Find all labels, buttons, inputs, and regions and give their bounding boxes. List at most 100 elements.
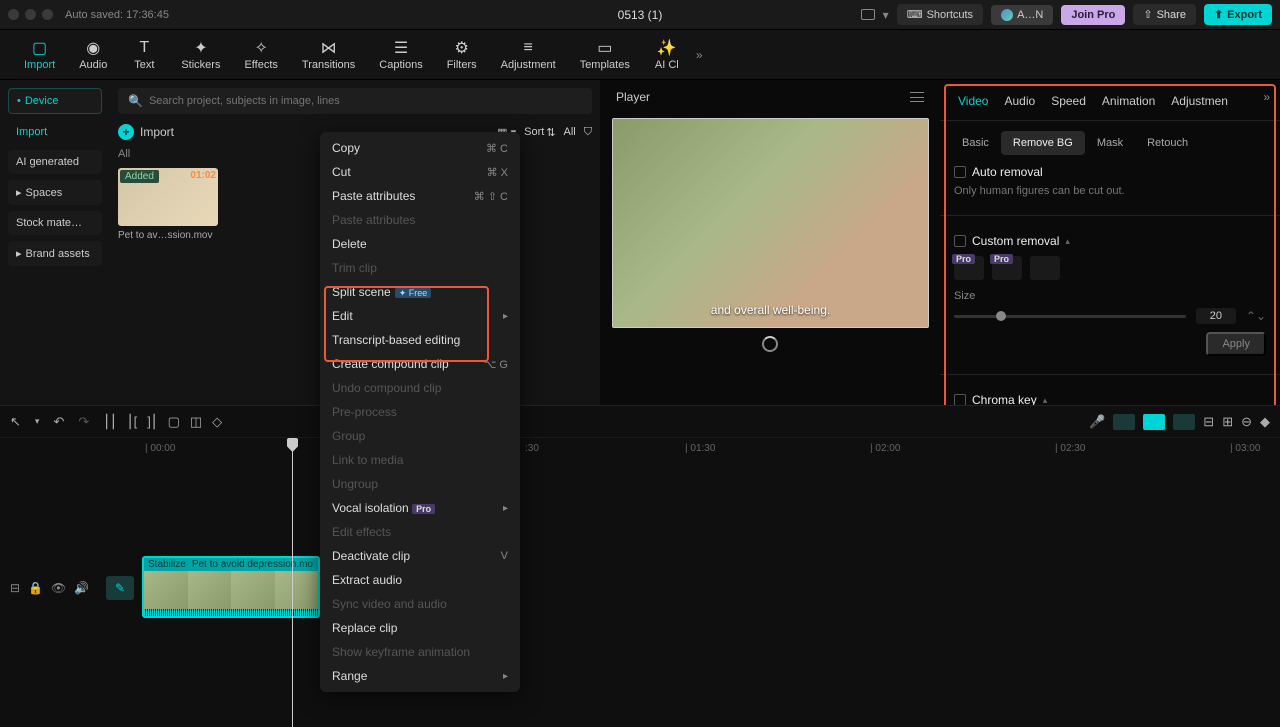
tabs-more-icon[interactable]: »: [1263, 90, 1270, 112]
trim-left-tool[interactable]: ⎮[: [127, 414, 137, 430]
shortcuts-button[interactable]: ⌨ Shortcuts: [897, 4, 983, 25]
join-pro-button[interactable]: Join Pro: [1061, 5, 1125, 25]
stepper-icon[interactable]: ⌃⌄: [1246, 309, 1266, 323]
share-button[interactable]: ⇧ Share: [1133, 4, 1196, 25]
tool-audio[interactable]: ◉Audio: [67, 39, 119, 71]
search-input[interactable]: 🔍: [118, 88, 592, 114]
checkbox-icon[interactable]: [954, 166, 966, 178]
tab-adjustment[interactable]: Adjustmen: [1163, 90, 1236, 112]
tool-effects[interactable]: ✧Effects: [232, 39, 289, 71]
ctx-edit[interactable]: Edit▸: [320, 304, 520, 328]
tool-ai[interactable]: ✨AI Cl: [642, 39, 692, 71]
filter-icon[interactable]: ⛉: [584, 126, 592, 139]
ctx-transcript[interactable]: Transcript-based editing: [320, 328, 520, 352]
track-mute-icon[interactable]: 🔊: [74, 581, 89, 595]
sidebar-stock[interactable]: Stock mate…: [8, 211, 102, 235]
split-tool[interactable]: ⎮⎮: [103, 414, 117, 430]
subtab-retouch[interactable]: Retouch: [1135, 131, 1200, 155]
subtab-removebg[interactable]: Remove BG: [1001, 131, 1085, 155]
fit-icon[interactable]: ◆: [1260, 414, 1270, 430]
tool-captions[interactable]: ☰Captions: [367, 39, 434, 71]
removal-option-2[interactable]: Pro: [992, 256, 1022, 280]
auto-removal-toggle[interactable]: Auto removal: [954, 165, 1266, 179]
snap-tool-3[interactable]: [1173, 414, 1195, 430]
subtab-mask[interactable]: Mask: [1085, 131, 1135, 155]
sort-button[interactable]: Sort ⇅: [524, 126, 555, 139]
track-collapse-icon[interactable]: ⊟: [10, 581, 20, 595]
ctx-cut[interactable]: Cut⌘ X: [320, 160, 520, 184]
timeline-ruler[interactable]: | 00:00 :30 | 01:30 | 02:00 | 02:30 | 03…: [0, 438, 1280, 458]
tool-adjustment[interactable]: ≡Adjustment: [489, 39, 568, 71]
ctx-extract[interactable]: Extract audio: [320, 568, 520, 592]
tool-transitions[interactable]: ⋈Transitions: [290, 39, 367, 71]
import-media-button[interactable]: + Import: [118, 124, 174, 140]
size-slider[interactable]: [954, 315, 1186, 318]
sidebar-device[interactable]: • Device: [8, 88, 102, 114]
magnet-icon[interactable]: ⊟: [1203, 414, 1214, 430]
tool-text[interactable]: TText: [119, 39, 169, 71]
size-value[interactable]: 20: [1196, 308, 1236, 324]
ctx-replace[interactable]: Replace clip: [320, 616, 520, 640]
ctx-range[interactable]: Range▸: [320, 664, 520, 688]
ctx-paste-attrs-disabled: Paste attributes: [320, 208, 520, 232]
preview-caption: and overall well-being.: [711, 303, 830, 317]
tab-video[interactable]: Video: [950, 90, 996, 112]
link-icon[interactable]: ⊞: [1222, 414, 1233, 430]
video-preview[interactable]: and overall well-being.: [612, 118, 929, 328]
user-badge[interactable]: A…N: [991, 5, 1053, 25]
apply-button[interactable]: Apply: [1206, 332, 1266, 356]
sidebar-ai-generated[interactable]: AI generated: [8, 150, 102, 174]
redo-button[interactable]: ↷: [78, 414, 89, 430]
ctx-paste-attributes[interactable]: Paste attributes⌘ ⇧ C: [320, 184, 520, 208]
tool-stickers[interactable]: ✦Stickers: [169, 39, 232, 71]
track-eye-icon[interactable]: 👁: [51, 581, 66, 595]
track-lock-icon[interactable]: 🔒: [28, 581, 43, 595]
mic-icon[interactable]: 🎤: [1089, 414, 1105, 430]
delete-tool[interactable]: ▢: [168, 414, 180, 430]
size-label: Size: [954, 290, 1266, 302]
export-button[interactable]: ⬆ Export: [1204, 4, 1272, 25]
display-icon[interactable]: [861, 9, 875, 20]
ctx-link: Link to media: [320, 448, 520, 472]
player-menu-icon[interactable]: [910, 92, 924, 102]
tab-speed[interactable]: Speed: [1043, 90, 1094, 112]
zoom-out-icon[interactable]: ⊖: [1241, 414, 1252, 430]
tool-import[interactable]: ▢Import: [12, 39, 67, 71]
track-edit-button[interactable]: ✎: [106, 576, 134, 600]
sidebar-brand[interactable]: ▸ Brand assets: [8, 241, 102, 266]
checkbox-icon[interactable]: [954, 235, 966, 247]
ctx-delete[interactable]: Delete: [320, 232, 520, 256]
ctx-compound[interactable]: Create compound clip⌥ G: [320, 352, 520, 376]
custom-removal-toggle[interactable]: Custom removal ▴: [954, 234, 1266, 248]
tab-audio[interactable]: Audio: [996, 90, 1043, 112]
snap-tool-2[interactable]: [1143, 414, 1165, 430]
tool-templates[interactable]: ▭Templates: [568, 39, 642, 71]
removal-option-3[interactable]: [1030, 256, 1060, 280]
window-controls[interactable]: [8, 9, 53, 20]
undo-button[interactable]: ↶: [53, 414, 64, 430]
crop-tool[interactable]: ◫: [190, 414, 202, 430]
ctx-deactivate[interactable]: Deactivate clipV: [320, 544, 520, 568]
ctx-vocal[interactable]: Vocal isolation Pro▸: [320, 496, 520, 520]
sidebar-spaces[interactable]: ▸ Spaces: [8, 180, 102, 205]
subtab-basic[interactable]: Basic: [950, 131, 1001, 155]
cursor-tool[interactable]: ↖: [10, 414, 21, 430]
tab-animation[interactable]: Animation: [1094, 90, 1163, 112]
collapse-icon: ▴: [1065, 236, 1070, 247]
media-thumbnail[interactable]: Added 01:02 Pet to av…ssion.mov: [118, 168, 218, 241]
playhead[interactable]: [292, 438, 293, 727]
removal-option-1[interactable]: Pro: [954, 256, 984, 280]
marker-tool[interactable]: ◇: [212, 414, 222, 430]
tool-filters[interactable]: ⚙Filters: [435, 39, 489, 71]
snap-tool-1[interactable]: [1113, 414, 1135, 430]
sidebar-import[interactable]: Import: [8, 120, 102, 144]
filter-all-button[interactable]: All: [564, 126, 576, 138]
autosave-status: Auto saved: 17:36:45: [65, 9, 169, 21]
ctx-split-scene[interactable]: Split scene✦ Free: [320, 280, 520, 304]
ctx-copy[interactable]: Copy⌘ C: [320, 136, 520, 160]
dropdown-icon: ▾: [883, 8, 889, 22]
cursor-dropdown[interactable]: ▾: [35, 416, 40, 427]
timeline-clip[interactable]: Stabilize Pet to avoid depression.mo: [142, 556, 320, 618]
toolbar-more-icon[interactable]: »: [696, 48, 703, 62]
trim-right-tool[interactable]: ]⎮: [147, 414, 157, 430]
